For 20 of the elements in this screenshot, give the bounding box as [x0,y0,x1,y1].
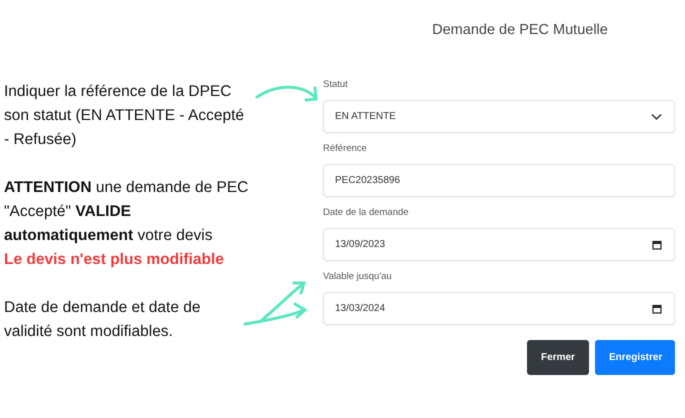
annotation-text: ATTENTION une demande de PEC "Accepté" VALIDE automatiquement votre devis [4,178,250,246]
date-field[interactable]: 13/03/2024 [323,292,675,325]
annotation-text: Date de demande et date de validité sont modifiables. [4,298,202,342]
save-button[interactable]: Enregistrer [595,340,675,375]
double-arrow [244,282,308,326]
field-label: Valable jusqu'au [323,270,392,283]
chevron-down-icon [651,113,662,120]
calendar-icon [652,304,662,314]
field-label: Statut [323,78,348,91]
calendar-icon [652,240,662,250]
status-select[interactable]: EN ATTENTE [323,100,675,133]
input-field[interactable]: PEC20235896 [323,164,675,197]
field-label: Référence [323,142,367,155]
close-button[interactable]: Fermer [527,340,589,375]
field-label: Date de la demande [323,206,409,219]
annotation-text: Indiquer la référence de la DPEC son statut (EN ATTENTE - Accepté - Refusée) [4,82,246,150]
dialog-title: Demande de PEC Mutuelle [431,21,609,40]
warning-text: Le devis n'est plus modifiable [4,250,225,270]
curved-arrow [256,86,318,102]
date-field[interactable]: 13/09/2023 [323,228,675,261]
